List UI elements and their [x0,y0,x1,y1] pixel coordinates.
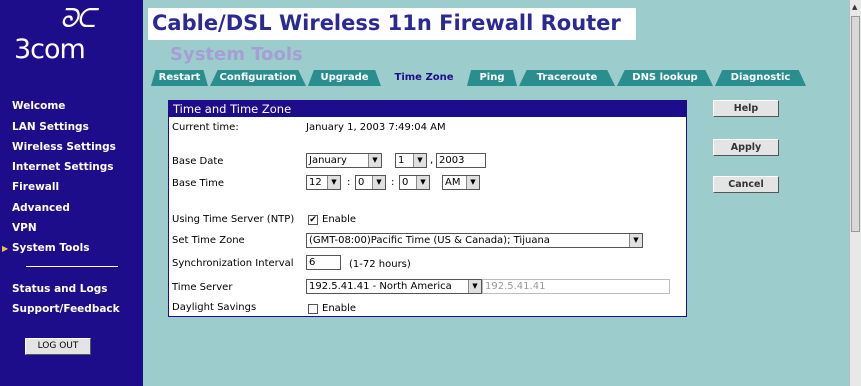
sidebar-item-welcome[interactable]: Welcome [12,100,65,112]
help-button[interactable]: Help [713,100,779,117]
base-time-hour-select[interactable]: 12 ▼ [306,175,341,190]
section-title: System Tools [170,44,303,65]
chevron-down-icon: ▼ [413,154,426,167]
cancel-button[interactable]: Cancel [713,176,779,193]
ntp-enable-label: Enable [322,214,357,225]
sidebar-item-support-feedback[interactable]: Support/Feedback [12,303,120,315]
time-zone-panel: Time and Time Zone Current time: January… [168,100,687,317]
chevron-down-icon: ▼ [629,234,642,247]
daylight-savings-label: Daylight Savings [172,302,257,313]
base-time-label: Base Time [172,178,225,189]
scroll-up-icon[interactable]: ▲ [852,3,857,11]
sidebar-item-internet-settings[interactable]: Internet Settings [12,161,114,173]
ntp-enable-checkbox[interactable]: ✔ [308,215,318,225]
sidebar-item-lan-settings[interactable]: LAN Settings [12,121,89,133]
chevron-down-icon: ▼ [466,176,479,189]
sidebar-item-wireless-settings[interactable]: Wireless Settings [12,141,116,153]
tab-time-zone[interactable]: Time Zone [383,70,465,86]
current-time-value: January 1, 2003 7:49:04 AM [306,122,446,133]
base-time-ampm-select[interactable]: AM ▼ [442,175,480,190]
sidebar-item-firewall[interactable]: Firewall [12,181,59,193]
panel-title: Time and Time Zone [169,101,686,117]
base-time-second-select[interactable]: 0 ▼ [399,175,430,190]
base-date-day-select[interactable]: 1 ▼ [395,153,427,168]
time-server-select[interactable]: 192.5.41.41 - North America ▼ [306,279,482,294]
time-server-label: Time Server [172,282,233,293]
app-title: Cable/DSL Wireless 11n Firewall Router [152,11,621,35]
base-time-minute-select[interactable]: 0 ▼ [355,175,386,190]
base-date-month-select[interactable]: January ▼ [306,153,382,168]
tab-configuration[interactable]: Configuration [210,70,306,86]
ntp-label: Using Time Server (NTP) [172,214,295,225]
sidebar: ᘐᑕ 3com Welcome LAN Settings Wireless Se… [0,0,143,386]
logo-mark: ᘐᑕ [60,4,96,34]
tab-dns-lookup[interactable]: DNS lookup [617,70,713,86]
current-time-label: Current time: [172,122,239,133]
sidebar-divider [26,266,118,267]
chevron-down-icon: ▼ [372,176,385,189]
chevron-down-icon: ▼ [468,280,481,293]
tab-diagnostic[interactable]: Diagnostic [715,70,806,86]
time-separator: : [347,177,351,188]
timezone-select[interactable]: (GMT-08:00)Pacific Time (US & Canada); T… [306,233,643,248]
tab-restart[interactable]: Restart [151,70,208,86]
time-server-input[interactable]: 192.5.41.41 [482,279,670,294]
base-date-label: Base Date [172,156,224,167]
base-date-year-input[interactable]: 2003 [436,153,486,168]
scrollbar-thumb[interactable] [851,16,860,232]
chevron-down-icon: ▼ [327,176,340,189]
sync-interval-input[interactable]: 6 [306,255,341,270]
chevron-down-icon: ▼ [416,176,429,189]
timezone-label: Set Time Zone [172,235,245,246]
sync-interval-hint: (1-72 hours) [349,259,411,270]
daylight-savings-enable-label: Enable [322,303,357,314]
sidebar-item-advanced[interactable]: Advanced [12,202,70,214]
3com-logo: ᘐᑕ 3com [0,0,143,78]
tab-upgrade[interactable]: Upgrade [308,70,381,86]
logo-wordmark: 3com [14,34,86,65]
vertical-scrollbar[interactable]: ▲ [849,0,861,386]
time-separator: : [391,177,395,188]
sidebar-item-vpn[interactable]: VPN [12,222,37,234]
sync-interval-label: Synchronization Interval [172,258,294,269]
date-separator: , [430,155,434,166]
chevron-down-icon: ▼ [368,154,381,167]
daylight-savings-checkbox[interactable] [308,304,318,314]
apply-button[interactable]: Apply [713,139,779,156]
tab-traceroute[interactable]: Traceroute [519,70,615,86]
sidebar-item-system-tools[interactable]: System Tools [2,242,89,254]
sidebar-item-status-and-logs[interactable]: Status and Logs [12,283,107,295]
tab-ping[interactable]: Ping [467,70,517,86]
logout-button[interactable]: LOG OUT [25,338,91,355]
